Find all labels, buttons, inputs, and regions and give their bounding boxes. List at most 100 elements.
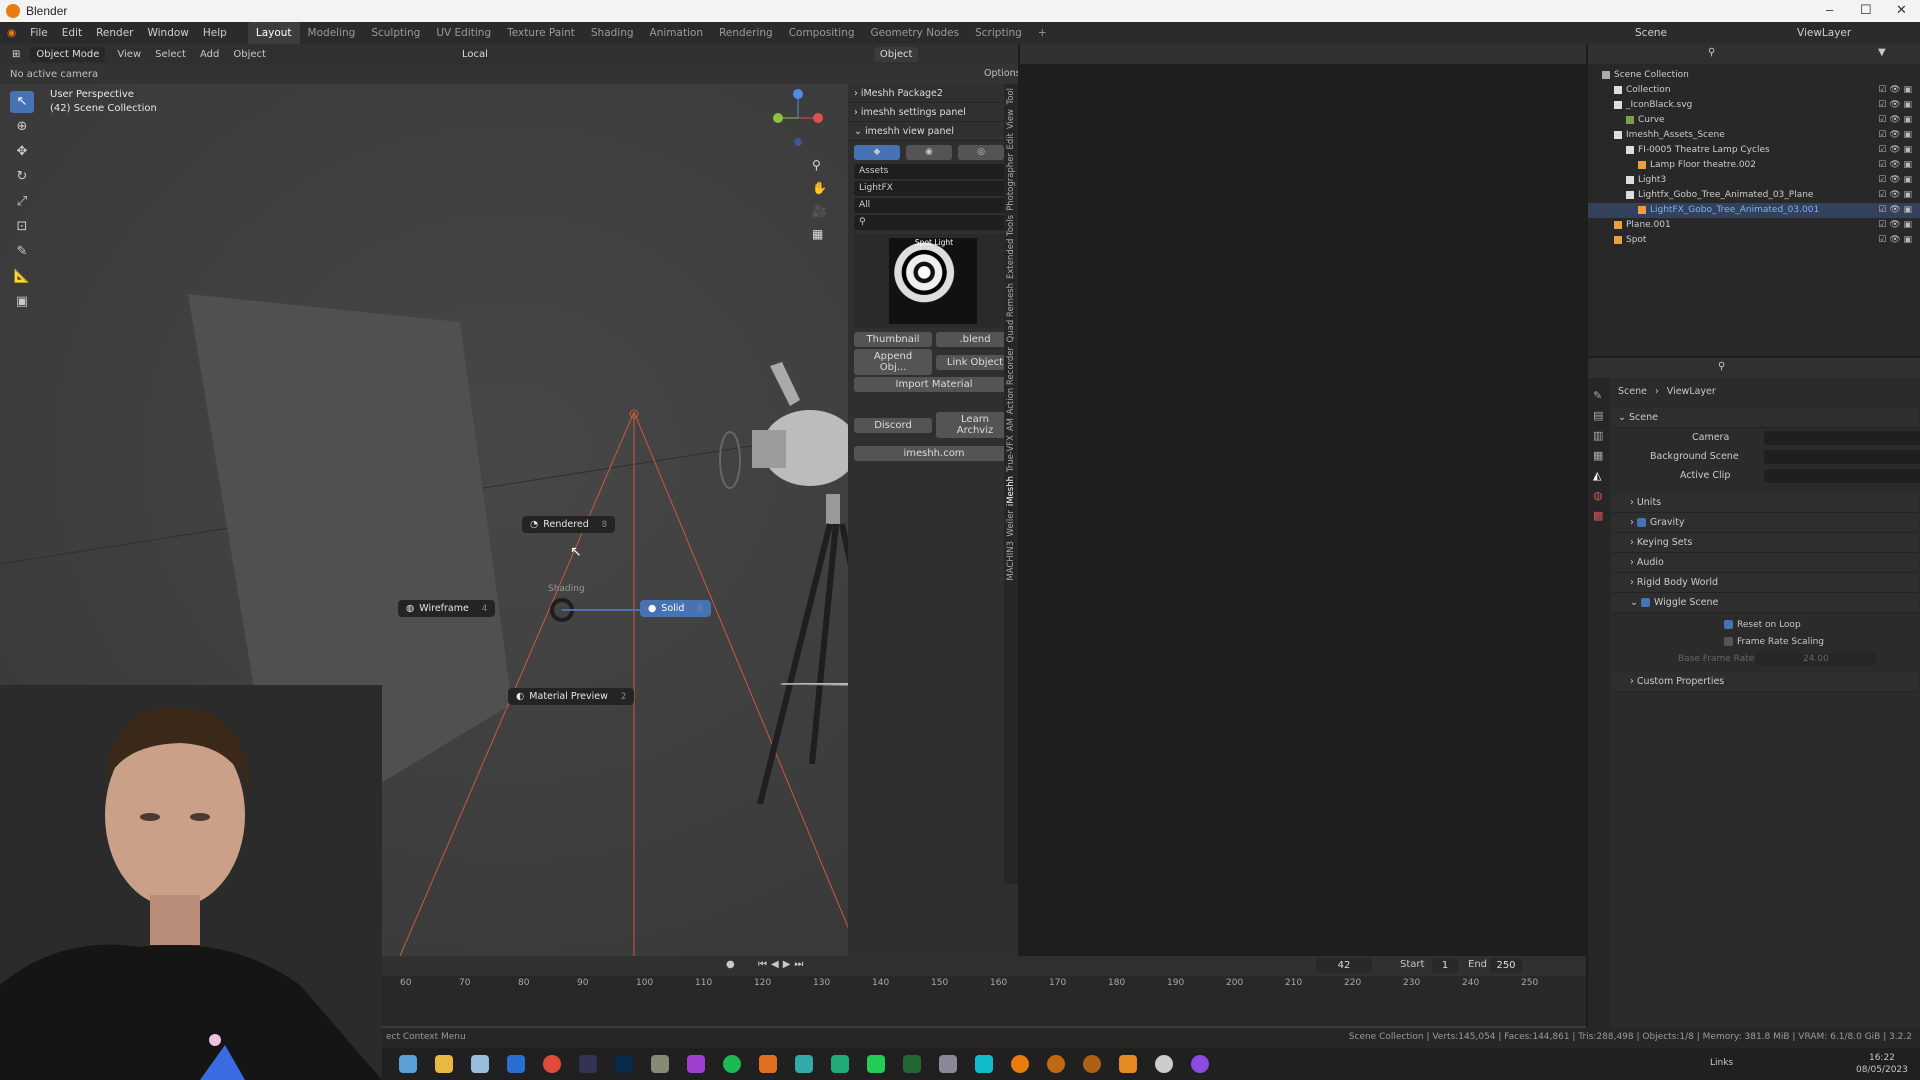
visibility-toggles-icon[interactable]: ☑ 👁 ▣ [1878,98,1912,113]
camera-view-icon[interactable]: 🎥 [812,200,827,223]
menu-edit[interactable]: Edit [55,22,89,44]
frame-rate-scaling-checkbox[interactable] [1724,637,1733,646]
playback-controls-icon[interactable]: ⏮◀▶⏭ [758,959,807,970]
outliner-search-icon[interactable]: ⚲ [1708,47,1715,58]
add-cube-tool-icon[interactable]: ▣ [10,291,34,313]
outliner-item[interactable]: _IconBlack.svg ☑ 👁 ▣ [1588,98,1920,113]
menu-select[interactable]: Select [155,49,186,60]
reset-on-loop-checkbox[interactable] [1724,620,1733,629]
current-frame-field[interactable]: 42 [1316,958,1372,973]
select-tool-icon[interactable]: ↖ [10,91,34,113]
filter-dropdown[interactable]: All [854,198,1014,213]
camera-field[interactable] [1764,431,1920,445]
menu-add[interactable]: Add [200,49,219,60]
app-icon-21[interactable] [1119,1055,1137,1073]
blender-taskbar-icon-2[interactable] [1047,1055,1065,1073]
cursor-tool-icon[interactable]: ⊕ [10,116,34,138]
tab-geometry-nodes[interactable]: Geometry Nodes [863,22,968,44]
app-icon-8[interactable] [651,1055,669,1073]
tab-shading[interactable]: Shading [583,22,642,44]
tab-texture-paint[interactable]: Texture Paint [499,22,583,44]
sidetab-weiler[interactable]: Weiler [1006,510,1016,537]
tab-compositing[interactable]: Compositing [781,22,863,44]
thumbnail-button[interactable]: Thumbnail [854,332,932,347]
move-tool-icon[interactable]: ✥ [10,141,34,163]
sidetab-view[interactable]: View [1006,109,1016,129]
pie-item-wireframe[interactable]: ◍ Wireframe 4 [398,600,496,617]
scene-panel-header[interactable]: ⌄ Scene [1612,408,1918,428]
record-icon[interactable]: ● [726,959,735,970]
scene-props-icon[interactable]: ◭ [1593,466,1605,486]
zoom-icon[interactable]: ⚲ [812,154,827,177]
menu-file[interactable]: File [23,22,55,44]
active-clip-field[interactable] [1764,469,1920,483]
menu-help[interactable]: Help [196,22,234,44]
pan-hand-icon[interactable]: ✋ [812,177,827,200]
visibility-toggles-icon[interactable]: ☑ 👁 ▣ [1878,128,1912,143]
app-icon-13[interactable] [831,1055,849,1073]
wiggle-scene-panel[interactable]: ⌄ Wiggle Scene [1612,593,1918,613]
blend-button[interactable]: .blend [936,332,1014,347]
sidetab-action-recorder[interactable]: Action Recorder [1006,347,1016,414]
tool-props-icon[interactable]: ✎ [1593,386,1605,406]
gravity-panel[interactable]: › Gravity [1612,513,1918,533]
keying-sets-panel[interactable]: › Keying Sets [1612,533,1918,553]
add-workspace-button[interactable]: + [1030,22,1055,44]
sidetab-am[interactable]: AM [1006,418,1016,431]
outliner-item[interactable]: Collection ☑ 👁 ▣ [1588,83,1920,98]
tab-uv-editing[interactable]: UV Editing [428,22,499,44]
outliner-item[interactable]: Plane.001 ☑ 👁 ▣ [1588,218,1920,233]
gravity-checkbox[interactable] [1636,518,1646,527]
transform-orientation[interactable]: Local [456,47,494,62]
sidetab-true-vfx[interactable]: True-VFX [1006,435,1016,472]
object-dropdown[interactable]: Object [873,46,919,62]
options-button[interactable]: Options [984,68,1018,79]
transform-tool-icon[interactable]: ⊡ [10,216,34,238]
app-icon-22[interactable] [1155,1055,1173,1073]
app-icon-17[interactable] [975,1055,993,1073]
minimize-button[interactable]: – [1826,2,1833,17]
viewlayer-selector[interactable]: ViewLayer [1790,22,1858,44]
sidetab-imeshh[interactable]: iMeshh [1006,476,1016,506]
visibility-toggles-icon[interactable]: ☑ 👁 ▣ [1878,218,1912,233]
app-icon-11[interactable] [759,1055,777,1073]
world-props-icon[interactable]: ◍ [1593,486,1605,506]
sidetab-edit[interactable]: Edit [1006,133,1016,149]
menu-window[interactable]: Window [140,22,195,44]
audio-panel[interactable]: › Audio [1612,553,1918,573]
outliner-item[interactable]: FI-0005 Theatre Lamp Cycles ☑ 👁 ▣ [1588,143,1920,158]
measure-tool-icon[interactable]: 📐 [10,266,34,288]
units-panel[interactable]: › Units [1612,493,1918,513]
blender-taskbar-icon-3[interactable] [1083,1055,1101,1073]
visibility-toggles-icon[interactable]: ☑ 👁 ▣ [1878,233,1912,248]
app-icon-1[interactable] [399,1055,417,1073]
app-icon-6[interactable] [579,1055,597,1073]
secondary-editor[interactable] [1020,44,1586,956]
maximize-button[interactable]: ☐ [1860,2,1872,18]
outliner-item[interactable]: Imeshh_Assets_Scene ☑ 👁 ▣ [1588,128,1920,143]
start-frame-field[interactable]: 1 [1432,958,1458,973]
taskbar-clock[interactable]: 16:22 08/05/2023 [1856,1052,1908,1076]
asset-preview[interactable]: Spot Light [854,234,1014,328]
tab-modeling[interactable]: Modeling [300,22,364,44]
scene-selector[interactable]: Scene [1628,22,1674,44]
app-icon-3[interactable] [471,1055,489,1073]
rigid-body-panel[interactable]: › Rigid Body World [1612,573,1918,593]
blender-menu-icon[interactable]: ◉ [0,22,23,44]
section-imeshh-package[interactable]: › iMeshh Package2 [848,84,1018,103]
category-dropdown[interactable]: Assets [854,164,1014,179]
camera-label[interactable]: No active camera [10,69,98,80]
visibility-toggles-icon[interactable]: ☑ 👁 ▣ [1878,143,1912,158]
visibility-toggles-icon[interactable]: ☑ 👁 ▣ [1878,113,1912,128]
calculator-icon[interactable] [507,1055,525,1073]
custom-properties-panel[interactable]: › Custom Properties [1612,672,1918,692]
tab-layout[interactable]: Layout [247,22,300,44]
visibility-toggles-icon[interactable]: ☑ 👁 ▣ [1878,188,1912,203]
annotate-tool-icon[interactable]: ✎ [10,241,34,263]
collection-props-icon[interactable]: ▩ [1593,506,1605,526]
app-icon-23[interactable] [1191,1055,1209,1073]
imeshh-site-button[interactable]: imeshh.com [854,446,1014,461]
menu-render[interactable]: Render [89,22,140,44]
premiere-icon[interactable] [903,1055,921,1073]
tab-animation[interactable]: Animation [642,22,712,44]
